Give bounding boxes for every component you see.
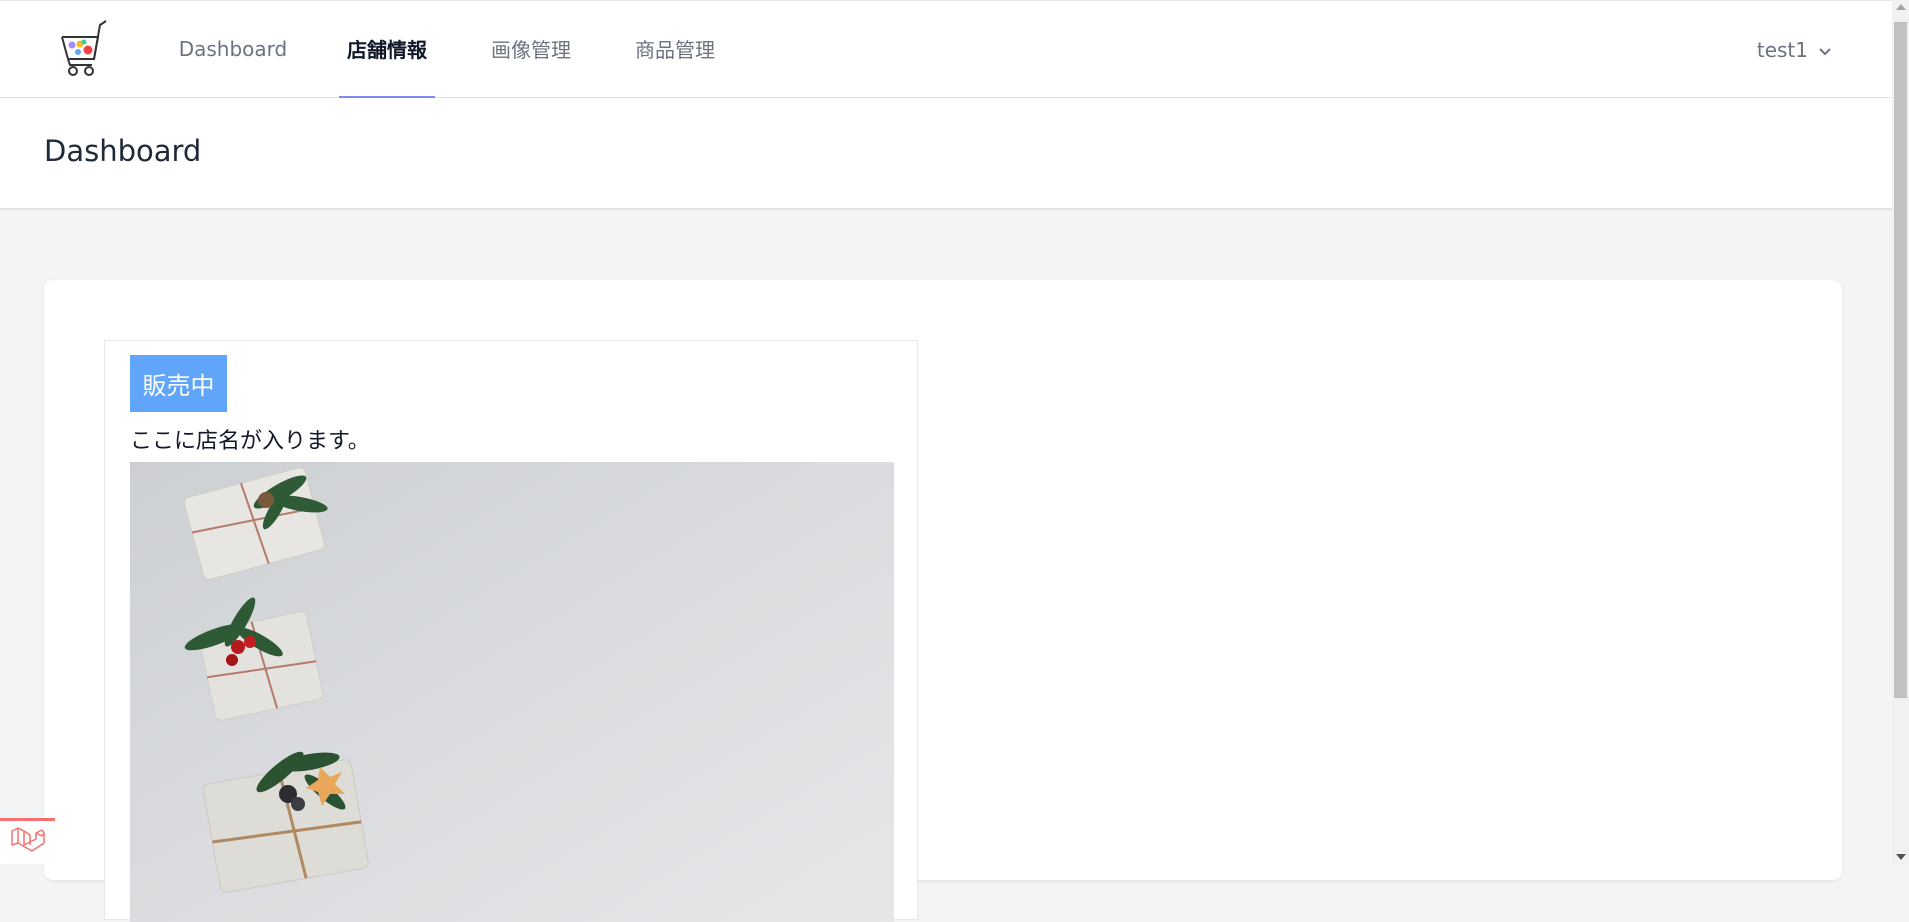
scroll-up-arrow-icon[interactable] — [1896, 4, 1906, 10]
top-navigation: Dashboard 店舗情報 画像管理 商品管理 test1 — [0, 0, 1892, 99]
shop-name: ここに店名が入ります。 — [130, 429, 370, 454]
scroll-down-arrow-icon[interactable] — [1896, 854, 1906, 860]
nav-link-dashboard[interactable]: Dashboard — [170, 1, 296, 99]
gift-boxes-photo — [130, 462, 894, 922]
chevron-down-icon — [1818, 38, 1832, 62]
user-name: test1 — [1756, 38, 1808, 62]
page-header: Dashboard — [0, 98, 1892, 208]
nav-link-shop-info[interactable]: 店舗情報 — [339, 1, 435, 99]
status-badge: 販売中 — [130, 355, 227, 412]
nav-link-image-management[interactable]: 画像管理 — [479, 1, 583, 99]
shop-card[interactable]: 販売中 ここに店名が入ります。 — [104, 340, 918, 922]
scrollbar-thumb[interactable] — [1894, 22, 1907, 698]
main-content-card: 販売中 ここに店名が入ります。 — [44, 280, 1842, 922]
nav-link-product-management[interactable]: 商品管理 — [623, 1, 727, 99]
page-title: Dashboard — [44, 134, 202, 168]
laravel-debugbar-button[interactable] — [0, 818, 55, 864]
shopping-cart-logo-icon[interactable] — [58, 19, 110, 79]
laravel-icon — [10, 825, 46, 861]
vertical-scrollbar[interactable] — [1892, 0, 1909, 864]
user-menu-dropdown[interactable]: test1 — [1757, 1, 1832, 99]
